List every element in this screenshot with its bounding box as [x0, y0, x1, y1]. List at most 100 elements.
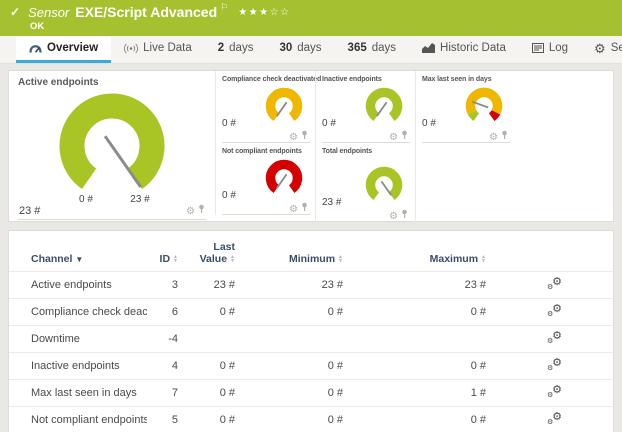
- channel-last: [181, 326, 241, 353]
- content: Active endpoints 0 #23 # 23 # ⚙ Complian…: [0, 64, 622, 432]
- channel-settings-icon[interactable]: ⚙⚙: [547, 308, 562, 320]
- max-last-seen-in-days-gauge: [462, 87, 506, 130]
- tab-historic-data[interactable]: Historic Data: [409, 36, 519, 63]
- not-compliant-endpoints-gauge: [262, 159, 306, 202]
- sort-icon: ▲▼: [230, 255, 235, 263]
- gauge-panel-not-compliant-endpoints: Not compliant endpoints0 #⚙: [215, 143, 315, 215]
- settings-icon: ⚙: [594, 42, 606, 55]
- gauge-panel-active-endpoints: Active endpoints 0 #23 # 23 # ⚙: [9, 71, 215, 221]
- table-row: Active endpoints323 #23 #23 #⚙⚙: [9, 272, 615, 299]
- tab-label: Log: [549, 42, 568, 54]
- column-header-min[interactable]: Minimum▲▼: [241, 231, 349, 272]
- column-label: ID: [160, 253, 171, 265]
- table-row: Compliance check deacti...60 #0 #0 #⚙⚙: [9, 299, 615, 326]
- panel-title: Active endpoints: [18, 77, 206, 88]
- tab-log[interactable]: Log: [519, 36, 581, 63]
- star-rating[interactable]: ★★★☆☆: [238, 7, 290, 18]
- tab-label: days: [229, 42, 253, 54]
- tabbar: Overview Live Data 2 days 30days 365 days Histo…: [0, 36, 622, 64]
- channel-min: 23 #: [241, 272, 349, 299]
- active-endpoints-gauge: 0 #23 #: [18, 90, 206, 204]
- channel-last: 0 #: [181, 353, 241, 380]
- channel-id: 7: [147, 380, 181, 407]
- table-row: Inactive endpoints40 #0 #0 #⚙⚙: [9, 353, 615, 380]
- channel-id: 4: [147, 353, 181, 380]
- channel-min: 0 #: [241, 353, 349, 380]
- compliance-check-deactivated-gauge: [262, 87, 306, 130]
- channel-min: [241, 326, 349, 353]
- panel-title: Max last seen in days: [422, 76, 510, 83]
- gear-icon[interactable]: ⚙: [186, 205, 195, 217]
- channel-max: 0 #: [349, 299, 494, 326]
- channel-id: 5: [147, 407, 181, 432]
- tab-30-days[interactable]: 30days: [266, 36, 334, 63]
- inactive-endpoints-gauge: [362, 87, 406, 130]
- column-header-id[interactable]: ID▲▼: [147, 231, 181, 272]
- channels-table-card: Channel▼ID▲▼Last Value▲▼Minimum▲▼Maximum…: [8, 230, 614, 432]
- column-header-max[interactable]: Maximum▲▼: [349, 231, 494, 272]
- channel-max: 1 #: [349, 380, 494, 407]
- panel-title: Inactive endpoints: [322, 76, 410, 83]
- panel-title: Total endpoints: [322, 148, 410, 155]
- gauge-panel-compliance-check-deactivated: Compliance check deactivated0 #⚙: [215, 71, 315, 143]
- overview-icon: [29, 43, 42, 54]
- panel-value: 0 #: [422, 118, 436, 130]
- channel-settings-icon[interactable]: ⚙⚙: [547, 389, 562, 401]
- sort-desc-icon: ▼: [75, 255, 83, 264]
- sort-icon: ▲▼: [481, 255, 486, 263]
- column-label: Maximum: [430, 253, 478, 265]
- check-icon: ✓: [10, 5, 20, 19]
- column-header-last[interactable]: Last Value▲▼: [181, 231, 241, 272]
- tab-label: Settings: [611, 42, 622, 54]
- channel-settings-icon[interactable]: ⚙⚙: [547, 416, 562, 428]
- channel-name: Downtime: [9, 326, 147, 353]
- page-title: EXE/Script Advanced: [75, 4, 217, 20]
- channel-settings-icon[interactable]: ⚙⚙: [547, 335, 562, 347]
- channel-settings-icon[interactable]: ⚙⚙: [547, 362, 562, 374]
- table-row: Downtime-4 ⚙⚙: [9, 326, 615, 353]
- tab-label: Live Data: [143, 42, 192, 54]
- tab-live-data[interactable]: Live Data: [111, 36, 205, 63]
- gauge-panel-max-last-seen-in-days: Max last seen in days0 #⚙: [415, 71, 515, 143]
- channel-min: 0 #: [241, 299, 349, 326]
- channel-settings-icon[interactable]: ⚙⚙: [547, 281, 562, 293]
- channel-max: 0 #: [349, 407, 494, 432]
- tab-settings[interactable]: ⚙ Settings: [581, 36, 622, 63]
- channel-name: Active endpoints: [9, 272, 147, 299]
- header-bar: ✓ Sensor EXE/Script Advanced ⚐ ★★★☆☆ OK: [0, 0, 622, 36]
- pin-icon[interactable]: [198, 204, 205, 217]
- channel-name: Compliance check deacti...: [9, 299, 147, 326]
- tab-365-days[interactable]: 365 days: [335, 36, 409, 63]
- svg-text:23 #: 23 #: [130, 194, 150, 204]
- channel-actions: ⚙⚙: [494, 299, 615, 326]
- panel-title: Not compliant endpoints: [222, 148, 310, 155]
- table-row: Max last seen in days70 #0 #1 #⚙⚙: [9, 380, 615, 407]
- tab-number: 365: [348, 42, 367, 54]
- sensor-kind-label: Sensor: [28, 5, 69, 20]
- channel-actions: ⚙⚙: [494, 272, 615, 299]
- channel-last: 0 #: [181, 299, 241, 326]
- panel-value: 0 #: [222, 190, 236, 202]
- tab-label: days: [372, 42, 396, 54]
- column-header-actions: [494, 231, 615, 272]
- channel-name: Max last seen in days: [9, 380, 147, 407]
- historic-data-icon: [422, 43, 435, 53]
- table-row: Not compliant endpoints50 #0 #0 #⚙⚙: [9, 407, 615, 432]
- column-label: Channel: [31, 253, 72, 265]
- tab-label: Overview: [47, 42, 98, 54]
- panel-value: 0 #: [322, 118, 336, 130]
- flag-icon[interactable]: ⚐: [220, 2, 228, 13]
- panel-value: 23 #: [19, 205, 40, 217]
- tab-number: 30: [279, 42, 292, 54]
- gauge-panel-inactive-endpoints: Inactive endpoints0 #⚙: [315, 71, 415, 143]
- channel-max: 0 #: [349, 353, 494, 380]
- empty-panel-area: [415, 143, 613, 222]
- channel-last: 0 #: [181, 407, 241, 432]
- tab-overview[interactable]: Overview: [16, 36, 111, 63]
- column-header-channel[interactable]: Channel▼: [9, 231, 147, 272]
- gauge-panel-total-endpoints: Total endpoints23 #⚙: [315, 143, 415, 222]
- small-gauge-grid: Compliance check deactivated0 #⚙ Inactive…: [215, 71, 613, 221]
- channel-id: -4: [147, 326, 181, 353]
- tab-number: 2: [218, 42, 224, 54]
- tab-2-days[interactable]: 2 days: [205, 36, 267, 63]
